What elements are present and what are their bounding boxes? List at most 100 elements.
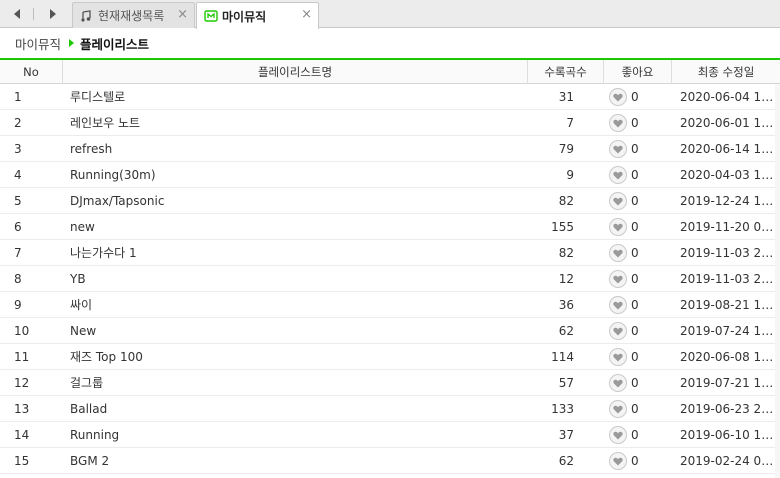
back-button[interactable] — [6, 4, 28, 24]
scrollbar[interactable] — [775, 84, 780, 478]
table-row[interactable]: 9 싸이 36 0 2019-08-21 19:... — [0, 292, 780, 318]
close-icon[interactable]: × — [177, 8, 188, 22]
like-count: 0 — [631, 272, 639, 286]
like-button[interactable] — [609, 270, 627, 288]
playlist-name[interactable]: BGM 2 — [70, 448, 520, 474]
table-row[interactable]: 7 나는가수다 1 82 0 2019-11-03 20:... — [0, 240, 780, 266]
column-header-name[interactable]: 플레이리스트명 — [63, 60, 528, 84]
playlist-name[interactable]: 재즈 Top 100 — [70, 344, 520, 370]
heart-icon — [613, 119, 623, 127]
like-button[interactable] — [609, 400, 627, 418]
forward-button[interactable] — [42, 4, 64, 24]
like-cell: 0 — [609, 266, 669, 292]
like-count: 0 — [631, 194, 639, 208]
like-cell: 0 — [609, 292, 669, 318]
tab-bar: 현재재생목록 × 마이뮤직 × — [0, 0, 780, 29]
table-row[interactable]: 15 BGM 2 62 0 2019-02-24 09:... — [0, 448, 780, 474]
like-button[interactable] — [609, 218, 627, 236]
like-button[interactable] — [609, 296, 627, 314]
table-row[interactable]: 12 걸그룹 57 0 2019-07-21 18:... — [0, 370, 780, 396]
music-note-icon — [80, 9, 94, 23]
heart-icon — [613, 379, 623, 387]
row-number: 14 — [14, 428, 30, 442]
track-count: 62 — [558, 454, 574, 468]
table-row[interactable]: 2 레인보우 노트 7 0 2020-06-01 15:... — [0, 110, 780, 136]
column-header-no[interactable]: No — [0, 60, 63, 84]
track-count: 9 — [566, 168, 574, 182]
like-button[interactable] — [609, 140, 627, 158]
playlist-name[interactable]: 싸이 — [70, 292, 520, 318]
like-cell: 0 — [609, 318, 669, 344]
like-button[interactable] — [609, 244, 627, 262]
playlist-name[interactable]: Ballad — [70, 396, 520, 422]
table-row[interactable]: 10 New 62 0 2019-07-24 19:... — [0, 318, 780, 344]
table-row[interactable]: 4 Running(30m) 9 0 2020-04-03 18:... — [0, 162, 780, 188]
playlist-name[interactable]: New — [70, 318, 520, 344]
tab-my-music[interactable]: 마이뮤직 × — [196, 2, 319, 29]
playlist-name[interactable]: new — [70, 214, 520, 240]
breadcrumb-root[interactable]: 마이뮤직 — [15, 34, 61, 53]
track-count: 7 — [566, 116, 574, 130]
row-number: 9 — [14, 298, 22, 312]
like-button[interactable] — [609, 452, 627, 470]
like-count: 0 — [631, 350, 639, 364]
modified-date: 2020-06-14 19:... — [680, 142, 776, 156]
like-button[interactable] — [609, 192, 627, 210]
column-header-modified[interactable]: 최종 수정일 — [672, 60, 780, 84]
playlist-name[interactable]: 레인보우 노트 — [70, 110, 520, 136]
playlist-name[interactable]: YB — [70, 266, 520, 292]
nav-divider — [33, 8, 34, 20]
table-row[interactable]: 14 Running 37 0 2019-06-10 17:... — [0, 422, 780, 448]
row-number: 4 — [14, 168, 22, 182]
column-header-count[interactable]: 수록곡수 — [528, 60, 604, 84]
like-cell: 0 — [609, 422, 669, 448]
playlist-name[interactable]: 나는가수다 1 — [70, 240, 520, 266]
playlist-name[interactable]: refresh — [70, 136, 520, 162]
table-row[interactable]: 1 루디스텔로 31 0 2020-06-04 15:... — [0, 84, 780, 110]
playlist-name[interactable]: Running(30m) — [70, 162, 520, 188]
like-count: 0 — [631, 168, 639, 182]
column-header-likes[interactable]: 좋아요 — [604, 60, 672, 84]
like-cell: 0 — [609, 162, 669, 188]
table-row[interactable]: 13 Ballad 133 0 2019-06-23 22:... — [0, 396, 780, 422]
modified-date: 2020-04-03 18:... — [680, 168, 776, 182]
like-button[interactable] — [609, 348, 627, 366]
table-row[interactable]: 11 재즈 Top 100 114 0 2020-06-08 19:... — [0, 344, 780, 370]
like-cell: 0 — [609, 136, 669, 162]
row-number: 11 — [14, 350, 30, 364]
tab-now-playing[interactable]: 현재재생목록 × — [72, 2, 195, 28]
like-button[interactable] — [609, 426, 627, 444]
like-count: 0 — [631, 90, 639, 104]
playlist-name[interactable]: 루디스텔로 — [70, 84, 520, 110]
modified-date: 2019-06-10 17:... — [680, 428, 776, 442]
heart-icon — [613, 197, 623, 205]
table-row[interactable]: 6 new 155 0 2019-11-20 03:... — [0, 214, 780, 240]
row-number: 7 — [14, 246, 22, 260]
modified-date: 2019-06-23 22:... — [680, 402, 776, 416]
playlist-name[interactable]: DJmax/Tapsonic — [70, 188, 520, 214]
table-row[interactable]: 8 YB 12 0 2019-11-03 20:... — [0, 266, 780, 292]
like-button[interactable] — [609, 88, 627, 106]
playlist-table: 1 루디스텔로 31 0 2020-06-04 15:... 2 레인보우 노트… — [0, 84, 780, 474]
playlist-name[interactable]: 걸그룹 — [70, 370, 520, 396]
table-row[interactable]: 5 DJmax/Tapsonic 82 0 2019-12-24 15:... — [0, 188, 780, 214]
track-count: 133 — [551, 402, 574, 416]
playlist-name[interactable]: Running — [70, 422, 520, 448]
like-count: 0 — [631, 376, 639, 390]
row-number: 3 — [14, 142, 22, 156]
like-count: 0 — [631, 428, 639, 442]
close-icon[interactable]: × — [301, 8, 312, 22]
table-header: No 플레이리스트명 수록곡수 좋아요 최종 수정일 — [0, 60, 780, 84]
like-button[interactable] — [609, 114, 627, 132]
like-button[interactable] — [609, 322, 627, 340]
modified-date: 2019-11-03 20:... — [680, 246, 776, 260]
table-row[interactable]: 3 refresh 79 0 2020-06-14 19:... — [0, 136, 780, 162]
tab-label: 현재재생목록 — [98, 9, 165, 23]
chevron-left-icon — [14, 9, 20, 19]
modified-date: 2020-06-01 15:... — [680, 116, 776, 130]
like-button[interactable] — [609, 166, 627, 184]
like-cell: 0 — [609, 188, 669, 214]
row-number: 13 — [14, 402, 30, 416]
like-button[interactable] — [609, 374, 627, 392]
like-cell: 0 — [609, 84, 669, 110]
